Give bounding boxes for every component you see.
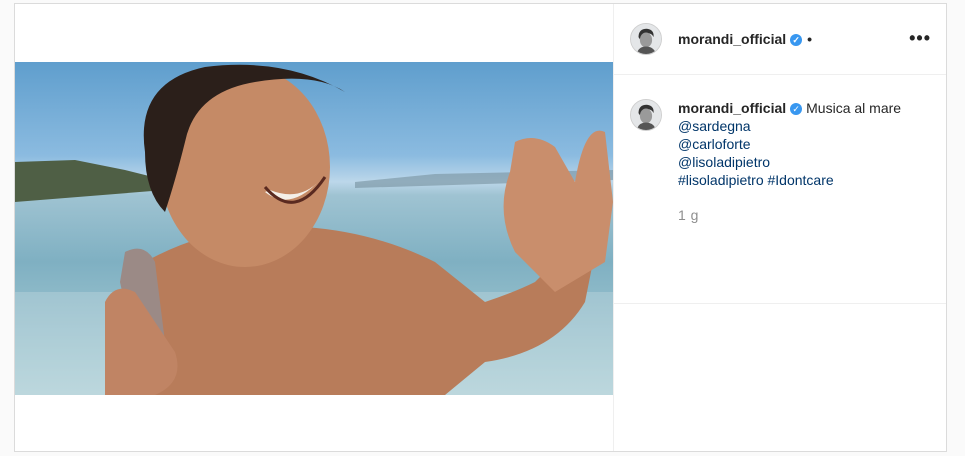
avatar-image	[631, 100, 661, 130]
post-card: morandi_official ✓ • ••• morandi_official ✓…	[14, 3, 947, 452]
caption-body: Musica al mare	[806, 100, 902, 116]
post-header: morandi_official ✓ • •••	[614, 4, 946, 75]
video-frame	[15, 64, 613, 395]
verified-badge-icon: ✓	[790, 34, 803, 46]
section-divider	[614, 303, 946, 304]
hashtag-links[interactable]: #lisoladipietro #Idontcare	[678, 171, 928, 189]
username-link[interactable]: morandi_official	[678, 31, 786, 47]
mention-carloforte[interactable]: @carloforte	[678, 135, 928, 153]
more-options-icon[interactable]: •••	[909, 28, 931, 49]
caption-username[interactable]: morandi_official	[678, 100, 786, 116]
mention-sardegna[interactable]: @sardegna	[678, 117, 928, 135]
avatar[interactable]	[630, 23, 662, 55]
post-side-panel: morandi_official ✓ • ••• morandi_official ✓…	[613, 4, 946, 451]
post-timestamp[interactable]: 1 g	[678, 207, 699, 223]
caption-avatar[interactable]	[630, 99, 662, 131]
avatar-image	[631, 24, 661, 54]
caption-text: morandi_official ✓ Musica al mare @sardegn…	[678, 99, 928, 189]
verified-badge-icon: ✓	[790, 103, 803, 115]
video-player[interactable]	[15, 62, 613, 395]
separator-dot: •	[807, 31, 813, 47]
mention-lisoladipietro[interactable]: @lisoladipietro	[678, 153, 928, 171]
post-media	[15, 4, 613, 451]
